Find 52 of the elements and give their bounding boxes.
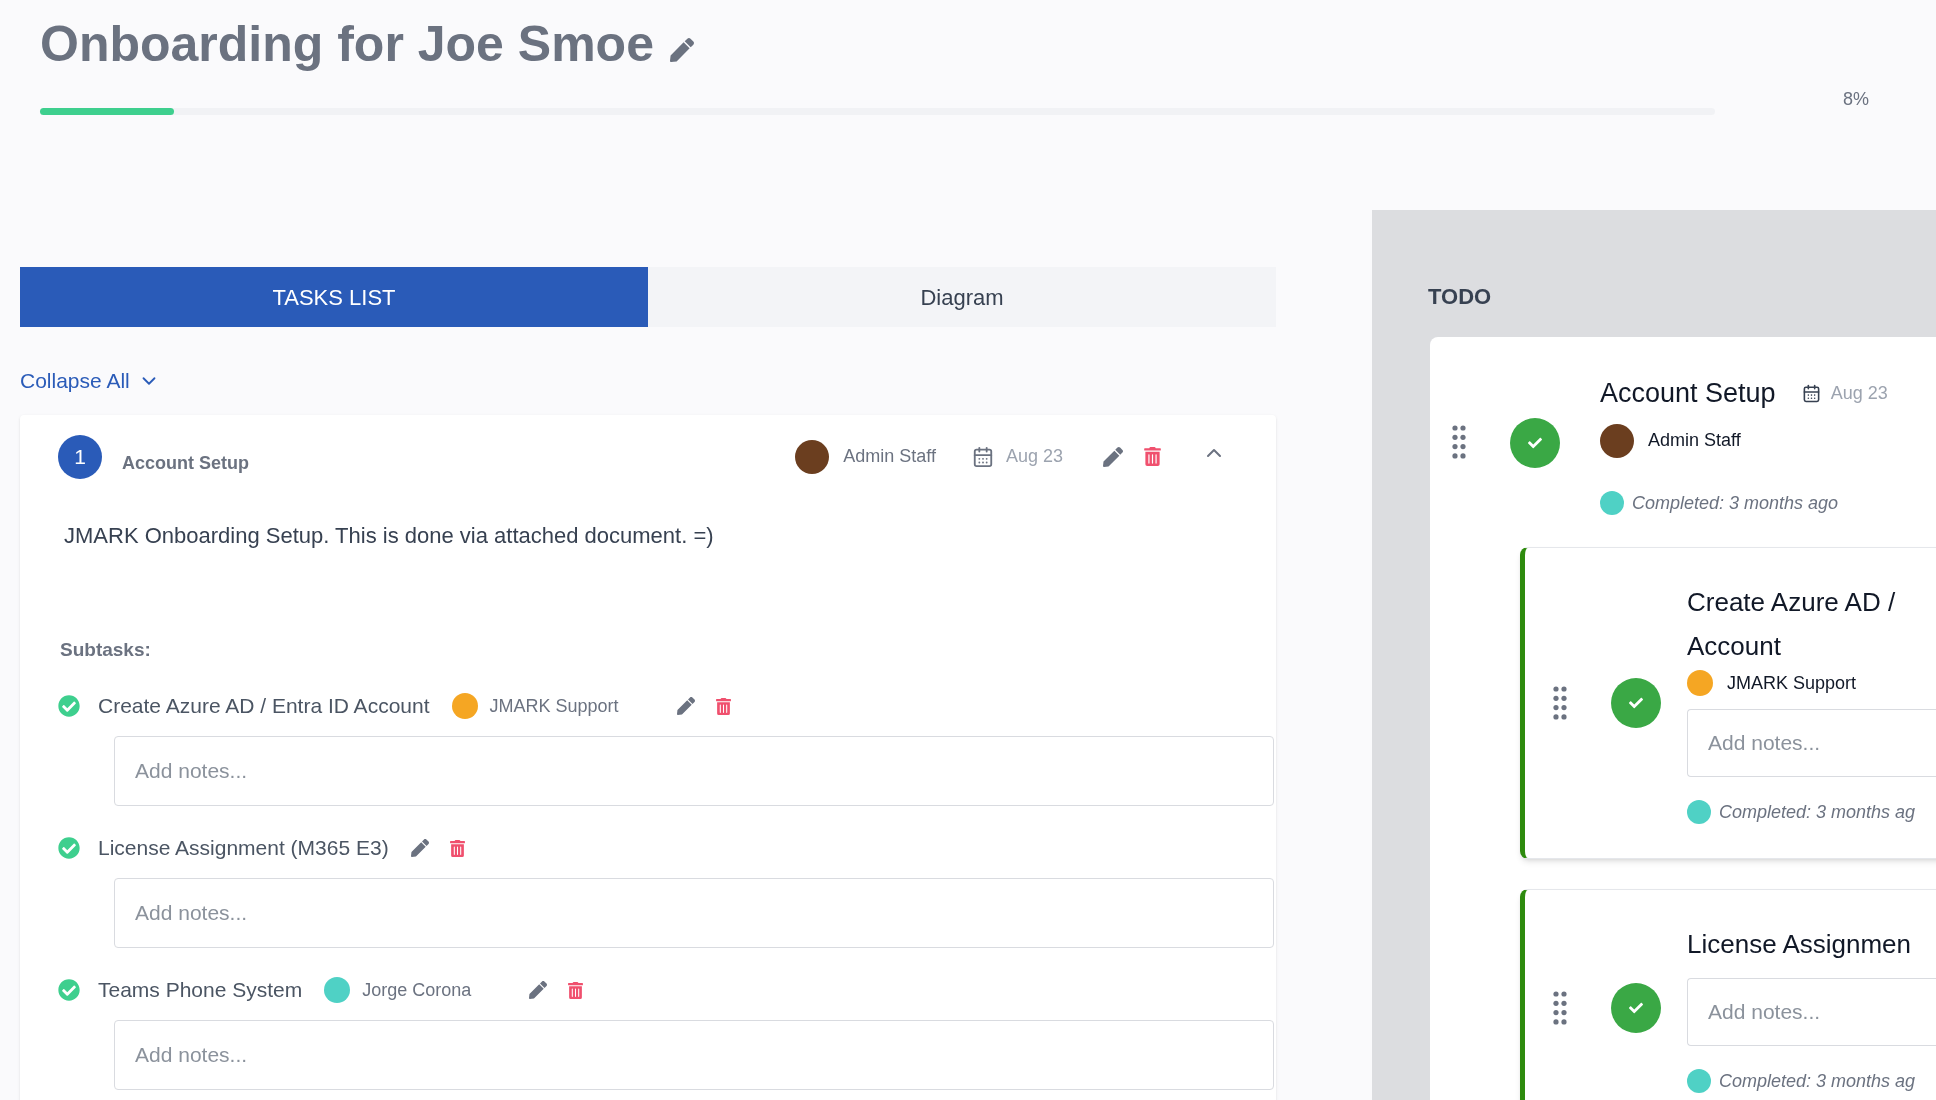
subtask-title: License Assignmen	[1687, 927, 1913, 961]
tab[interactable]: TASKS LIST	[20, 267, 648, 327]
tab[interactable]: Diagram	[648, 267, 1276, 327]
card-title: Account Setup	[1600, 377, 1776, 410]
delete-icon[interactable]	[448, 839, 466, 857]
task-description: JMARK Onboarding Setup. This is done via attached document. =)	[64, 521, 715, 550]
calendar-icon	[1801, 383, 1821, 403]
drag-handle-icon[interactable]	[1452, 425, 1466, 459]
status-check-icon[interactable]	[1510, 418, 1560, 468]
notes-field[interactable]: Add notes...	[114, 736, 1274, 806]
page-title: Onboarding for Joe Smoe	[40, 15, 654, 74]
task-name: Account Setup	[122, 452, 249, 475]
check-icon[interactable]	[58, 695, 80, 717]
edit-icon[interactable]	[529, 981, 548, 999]
check-icon[interactable]	[58, 979, 80, 1001]
delete-icon[interactable]	[567, 981, 585, 999]
calendar-icon	[971, 445, 994, 468]
edit-icon[interactable]	[1103, 446, 1123, 467]
check-icon[interactable]	[58, 837, 80, 859]
subtask-name: License Assignment (M365 E3)	[98, 835, 389, 862]
edit-icon[interactable]	[669, 38, 694, 62]
drag-handle-icon[interactable]	[1553, 991, 1567, 1025]
delete-icon[interactable]	[714, 697, 732, 715]
assignee-name: Jorge Corona	[362, 978, 472, 1002]
assignee-name: JMARK Support	[489, 694, 619, 718]
subtask-title: Account	[1687, 629, 1782, 663]
status-check-icon[interactable]	[1611, 677, 1661, 728]
completed-text: Completed: 3 months ago	[1632, 491, 1839, 515]
subtask-name: Create Azure AD / Entra ID Account	[98, 693, 430, 720]
subtasks-heading: Subtasks:	[60, 637, 152, 662]
assignee-name: JMARK Support	[1727, 671, 1857, 695]
progress-reading: 8%	[1843, 88, 1869, 111]
column-title: TODO	[1428, 283, 1493, 311]
notes-field[interactable]: Add notes...	[114, 1020, 1274, 1090]
completed-text: Completed: 3 months ag	[1719, 800, 1916, 824]
drag-handle-icon[interactable]	[1553, 685, 1567, 720]
collapse-all-link[interactable]: Collapse All	[20, 365, 160, 397]
subtask-title: Create Azure AD /	[1687, 585, 1897, 619]
edit-icon[interactable]	[676, 697, 695, 715]
task-number: 1	[58, 434, 102, 479]
completed-text: Completed: 3 months ag	[1719, 1069, 1916, 1093]
notes-field[interactable]: Add notes...	[114, 878, 1274, 948]
assignee-name: Admin Staff	[843, 445, 936, 468]
due-date: Aug 23	[1830, 381, 1888, 405]
notes-field[interactable]: Add notes...	[1687, 977, 1936, 1046]
status-check-icon[interactable]	[1611, 983, 1661, 1033]
notes-field[interactable]: Add notes...	[1687, 708, 1936, 777]
delete-icon[interactable]	[1143, 447, 1162, 466]
due-date: Aug 23	[1005, 445, 1063, 468]
assignee-name: Admin Staff	[1648, 429, 1741, 452]
subtask-name: Teams Phone System	[98, 977, 303, 1004]
edit-icon[interactable]	[410, 839, 429, 857]
